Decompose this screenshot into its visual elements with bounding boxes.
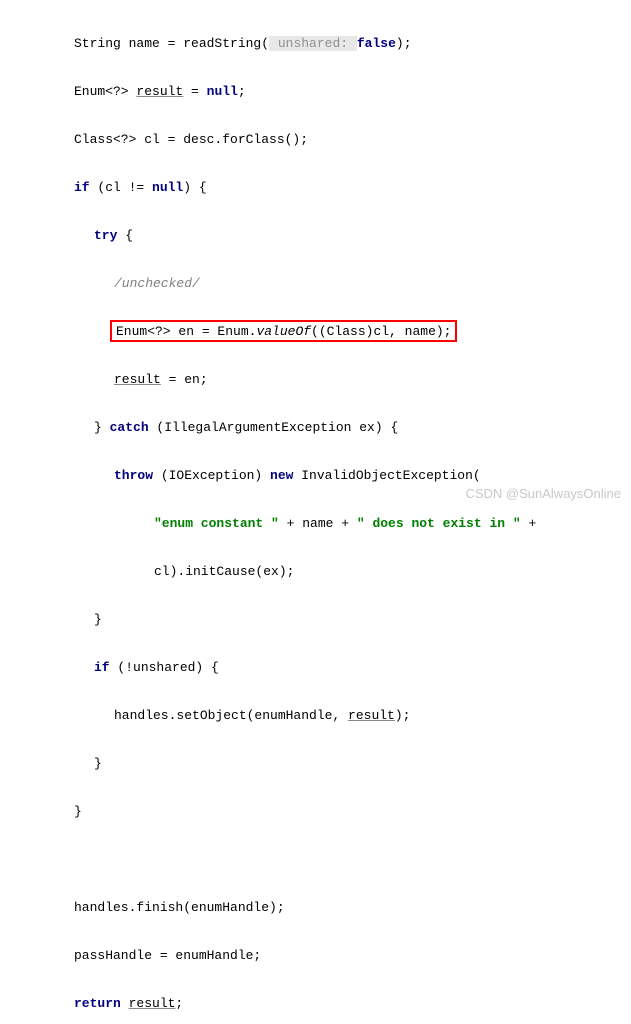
code-line: "enum constant " + name + " does not exi… bbox=[54, 512, 631, 536]
code-line: try { bbox=[54, 224, 631, 248]
code-line: } catch (IllegalArgumentException ex) { bbox=[54, 416, 631, 440]
code-line: } bbox=[54, 752, 631, 776]
code-line: /unchecked/ bbox=[54, 272, 631, 296]
code-line: if (cl != null) { bbox=[54, 176, 631, 200]
code-line: String name = readString( unshared: fals… bbox=[54, 32, 631, 56]
highlight-box: Enum<?> en = Enum.valueOf((Class)cl, nam… bbox=[110, 320, 457, 342]
code-line bbox=[54, 848, 631, 872]
code-line: passHandle = enumHandle; bbox=[54, 944, 631, 968]
code-line: throw (IOException) new InvalidObjectExc… bbox=[54, 464, 631, 488]
code-line: cl).initCause(ex); bbox=[54, 560, 631, 584]
code-line: Enum<?> result = null; bbox=[54, 80, 631, 104]
parameter-hint: unshared: bbox=[269, 36, 357, 51]
code-line: result = en; bbox=[54, 368, 631, 392]
code-line: handles.setObject(enumHandle, result); bbox=[54, 704, 631, 728]
code-line: handles.finish(enumHandle); bbox=[54, 896, 631, 920]
code-line: if (!unshared) { bbox=[54, 656, 631, 680]
code-line-highlighted: Enum<?> en = Enum.valueOf((Class)cl, nam… bbox=[54, 320, 631, 344]
code-line: return result; bbox=[54, 992, 631, 1016]
code-block: String name = readString( unshared: fals… bbox=[54, 8, 631, 1024]
code-line: Class<?> cl = desc.forClass(); bbox=[54, 128, 631, 152]
code-line: } bbox=[54, 800, 631, 824]
code-line: } bbox=[54, 608, 631, 632]
